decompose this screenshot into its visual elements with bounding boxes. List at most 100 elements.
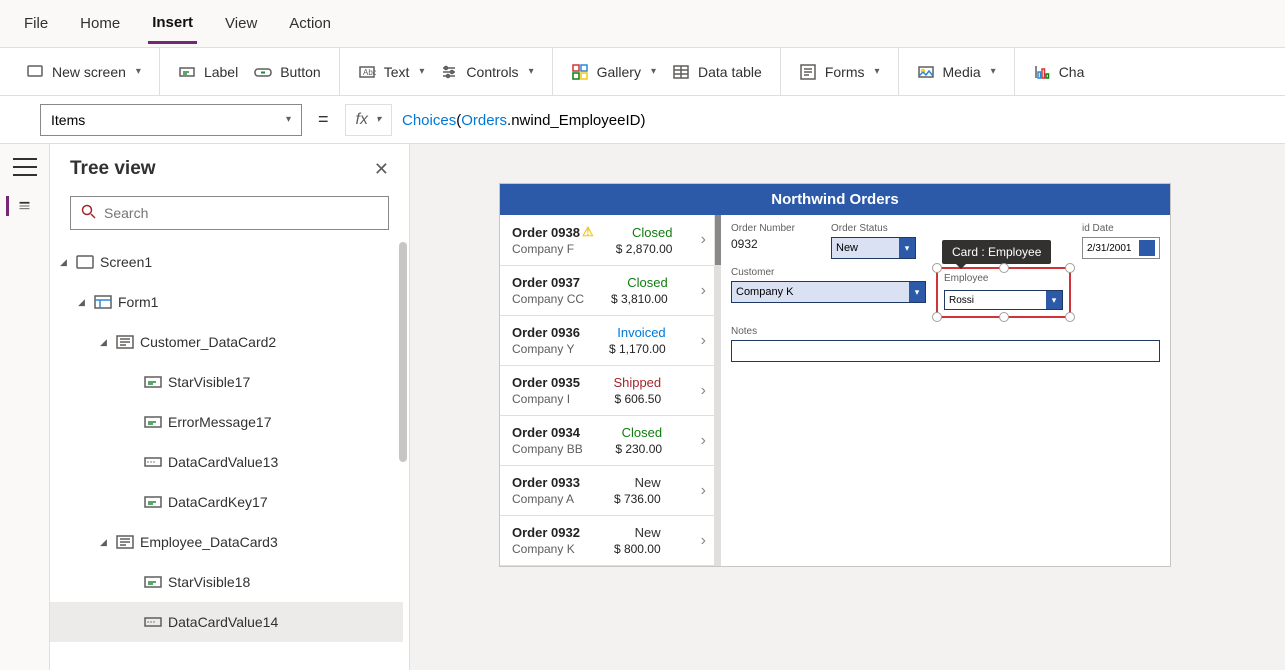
resize-handle[interactable] — [999, 312, 1009, 322]
chart-label: Cha — [1059, 64, 1085, 80]
order-company: Company I — [512, 392, 580, 406]
scrollbar-thumb[interactable] — [399, 242, 407, 462]
media-button[interactable]: Media ▾ — [913, 59, 1000, 85]
data-table-button[interactable]: Data table — [668, 59, 766, 85]
tree-node-Form1[interactable]: ◢Form1 — [50, 282, 403, 322]
collapse-icon[interactable]: ◢ — [78, 297, 88, 308]
tree-node-Screen1[interactable]: ◢Screen1 — [50, 242, 403, 282]
order-number: Order 0932 — [512, 525, 580, 540]
tree-node-label: Employee_DataCard3 — [140, 534, 278, 550]
tree-node-DataCardValue13[interactable]: DataCardValue13 — [50, 442, 403, 482]
close-icon[interactable]: ✕ — [374, 159, 389, 180]
order-list-item[interactable]: Order 0936Company YInvoiced$ 1,170.00› — [500, 316, 714, 366]
scrollbar[interactable] — [397, 242, 409, 670]
label-icon — [144, 415, 162, 429]
order-list-item[interactable]: Order 0932Company KNew$ 800.00› — [500, 516, 714, 566]
search-icon — [81, 204, 96, 223]
select-value: Company K — [736, 286, 793, 298]
notes-input[interactable] — [731, 340, 1160, 362]
field-value: 0932 — [731, 237, 821, 251]
text-button[interactable]: Abc Text ▾ — [354, 59, 429, 85]
tree-node-Employee_DataCard3[interactable]: ◢ Employee_DataCard3 — [50, 522, 403, 562]
controls-label: Controls — [466, 64, 518, 80]
chevron-right-icon: › — [695, 532, 706, 550]
resize-handle[interactable] — [932, 312, 942, 322]
hamburger-icon[interactable] — [13, 158, 37, 176]
order-list-item[interactable]: Order 0934Company BBClosed$ 230.00› — [500, 416, 714, 466]
resize-handle[interactable] — [999, 263, 1009, 273]
menu-home[interactable]: Home — [76, 5, 124, 42]
formula-input[interactable]: Choices(Orders.nwind_EmployeeID) — [402, 111, 1265, 129]
field-label: Employee — [944, 273, 1063, 284]
collapse-icon[interactable]: ◢ — [60, 257, 70, 268]
tree-node-StarVisible18[interactable]: StarVisible18 — [50, 562, 403, 602]
chevron-down-icon: ▾ — [899, 238, 915, 258]
forms-button[interactable]: Forms ▾ — [795, 59, 884, 85]
canvas[interactable]: Northwind Orders Order 0938 ⚠Company FCl… — [410, 144, 1285, 670]
collapse-icon[interactable]: ◢ — [100, 337, 110, 348]
tree-panel: Tree view ✕ ◢Screen1◢Form1◢Customer_Data… — [50, 144, 410, 670]
chevron-right-icon: › — [695, 282, 706, 300]
resize-handle[interactable] — [1065, 312, 1075, 322]
menu-insert[interactable]: Insert — [148, 4, 197, 44]
gallery-button[interactable]: Gallery ▾ — [567, 59, 660, 85]
input-icon — [144, 455, 162, 469]
tree-node-DataCardKey17[interactable]: DataCardKey17 — [50, 482, 403, 522]
paid-date-field: id Date 2/31/2001 — [1082, 223, 1160, 259]
tree-node-Customer_DataCard2[interactable]: ◢Customer_DataCard2 — [50, 322, 403, 362]
new-screen-button[interactable]: New screen ▾ — [22, 59, 145, 85]
order-number: Order 0936 — [512, 325, 580, 340]
order-amount: $ 606.50 — [613, 392, 661, 406]
input-icon — [144, 615, 162, 629]
chevron-down-icon: ▾ — [1046, 291, 1062, 309]
forms-label: Forms — [825, 64, 865, 80]
button-button[interactable]: Button — [250, 59, 324, 85]
media-icon — [917, 63, 935, 81]
tree-node-label: DataCardKey17 — [168, 494, 268, 510]
order-amount: $ 230.00 — [615, 442, 662, 456]
card-icon — [116, 335, 134, 349]
tree-view-icon[interactable] — [6, 196, 30, 216]
order-list-item[interactable]: Order 0935Company IShipped$ 606.50› — [500, 366, 714, 416]
property-selector[interactable]: Items ▾ — [40, 104, 302, 136]
menu-view[interactable]: View — [221, 5, 261, 42]
collapse-icon[interactable]: ◢ — [100, 537, 110, 548]
order-list-item[interactable]: Order 0938 ⚠Company FClosed$ 2,870.00› — [500, 215, 714, 266]
order-list-item[interactable]: Order 0933Company ANew$ 736.00› — [500, 466, 714, 516]
menu-action[interactable]: Action — [285, 5, 335, 42]
order-status: New — [614, 475, 661, 490]
order-amount: $ 736.00 — [614, 492, 661, 506]
employee-select[interactable]: Rossi ▾ — [944, 290, 1063, 310]
resize-handle[interactable] — [932, 263, 942, 273]
workspace: Tree view ✕ ◢Screen1◢Form1◢Customer_Data… — [0, 144, 1285, 670]
order-company: Company CC — [512, 292, 584, 306]
controls-button[interactable]: Controls ▾ — [436, 59, 537, 85]
order-status-select[interactable]: New ▾ — [831, 237, 916, 259]
customer-select[interactable]: Company K ▾ — [731, 281, 926, 303]
formula-token-obj: Orders — [461, 112, 507, 129]
resize-handle[interactable] — [1065, 263, 1075, 273]
order-status: Invoiced — [609, 325, 666, 340]
label-button[interactable]: Label — [174, 59, 242, 85]
employee-card[interactable]: Card : Employee Employee Rossi ▾ — [936, 267, 1071, 318]
formula-token: .nwind_EmployeeID) — [507, 112, 645, 129]
order-number: Order 0934 — [512, 425, 583, 440]
selection-tooltip: Card : Employee — [942, 240, 1051, 264]
menu-file[interactable]: File — [20, 5, 52, 42]
tree-node-DataCardValue14[interactable]: DataCardValue14 — [50, 602, 403, 642]
tree-node-label: DataCardValue14 — [168, 614, 278, 630]
chevron-down-icon: ▾ — [651, 66, 656, 77]
tree-node-StarVisible17[interactable]: StarVisible17 — [50, 362, 403, 402]
paid-date-picker[interactable]: 2/31/2001 — [1082, 237, 1160, 259]
tree-search[interactable] — [70, 196, 389, 230]
tree-search-input[interactable] — [104, 205, 378, 221]
order-list-item[interactable]: Order 0937Company CCClosed$ 3,810.00› — [500, 266, 714, 316]
fx-button[interactable]: fx ▾ — [345, 104, 392, 136]
tree-node-ErrorMessage17[interactable]: ErrorMessage17 — [50, 402, 403, 442]
chevron-right-icon: › — [695, 382, 706, 400]
text-label: Text — [384, 64, 410, 80]
chart-button[interactable]: Cha — [1029, 59, 1089, 85]
order-list: Order 0938 ⚠Company FClosed$ 2,870.00›Or… — [500, 215, 715, 566]
chevron-down-icon: ▾ — [136, 66, 141, 77]
date-value: 2/31/2001 — [1087, 243, 1132, 254]
